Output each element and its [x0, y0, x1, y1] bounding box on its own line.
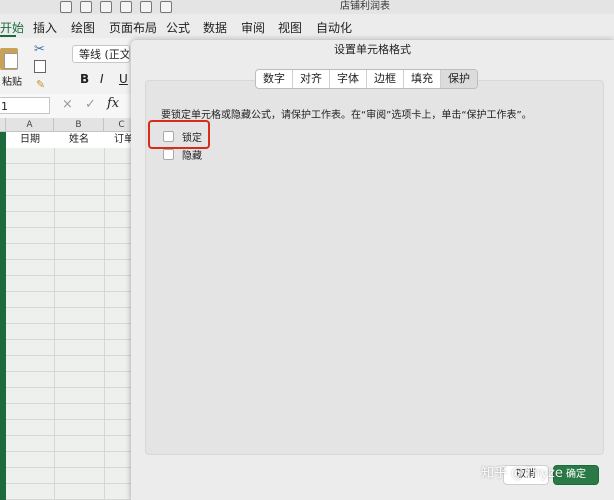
paste-icon[interactable] [0, 48, 18, 70]
format-painter-icon[interactable]: ✎ [36, 78, 45, 91]
font-name-select[interactable]: 等线 (正文) [72, 45, 130, 63]
ribbon-tab-formulas[interactable]: 公式 [166, 19, 190, 36]
ribbon-tab-automate[interactable]: 自动化 [316, 19, 352, 36]
tab-fill[interactable]: 填充 [404, 70, 441, 88]
ok-button[interactable]: 确定 [553, 465, 599, 485]
ribbon-tab-draw[interactable]: 绘图 [71, 19, 95, 36]
copy-icon[interactable] [34, 60, 46, 73]
ribbon-tab-home[interactable]: 开始 [0, 19, 24, 36]
tab-border[interactable]: 边框 [367, 70, 404, 88]
redo-icon[interactable] [160, 1, 172, 13]
ribbon-tab-insert[interactable]: 插入 [33, 19, 57, 36]
grid-line [104, 148, 105, 500]
grid-cells[interactable] [6, 148, 140, 500]
undo-icon[interactable] [140, 1, 152, 13]
protection-panel [145, 80, 604, 455]
italic-button[interactable]: I [100, 72, 104, 86]
tab-alignment[interactable]: 对齐 [293, 70, 330, 88]
ribbon-tab-review[interactable]: 审阅 [241, 19, 265, 36]
cancel-icon[interactable]: × [62, 97, 73, 112]
annotation-highlight-box [148, 120, 210, 149]
new-file-icon[interactable] [60, 1, 72, 13]
underline-button[interactable]: U [119, 72, 128, 86]
format-cells-dialog: 设置单元格格式 数字 对齐 字体 边框 填充 保护 要锁定单元格或隐藏公式，请保… [131, 40, 614, 500]
tab-number[interactable]: 数字 [256, 70, 293, 88]
cancel-button[interactable]: 取消 [503, 465, 549, 485]
grid-line [54, 148, 55, 500]
window-titlebar: 店铺利润表 [0, 0, 614, 14]
dialog-title: 设置单元格格式 [334, 43, 411, 56]
ribbon-tab-view[interactable]: 视图 [278, 19, 302, 36]
document-title: 店铺利润表 [340, 1, 390, 12]
print-icon[interactable] [120, 1, 132, 13]
cell-header-name[interactable]: 姓名 [54, 133, 104, 147]
scissors-icon[interactable]: ✂ [34, 42, 45, 57]
tab-font[interactable]: 字体 [330, 70, 367, 88]
hidden-label[interactable]: 隐藏 [182, 147, 202, 162]
hidden-option[interactable]: 隐藏 [163, 147, 202, 162]
hidden-checkbox[interactable] [163, 149, 174, 160]
ribbon-tab-page-layout[interactable]: 页面布局 [109, 19, 157, 36]
open-file-icon[interactable] [80, 1, 92, 13]
name-box[interactable]: 1 [0, 97, 50, 114]
column-header-b[interactable]: B [54, 118, 104, 132]
ribbon-tab-bar: 开始 插入 绘图 页面布局 公式 数据 审阅 视图 自动化 [0, 14, 614, 38]
enter-check-icon[interactable]: ✓ [85, 97, 96, 112]
active-tab-indicator [0, 35, 16, 37]
protection-instruction: 要锁定单元格或隐藏公式，请保护工作表。在“审阅”选项卡上，单击“保护工作表”。 [161, 110, 532, 121]
spreadsheet-grid: A B C 日期 姓名 订单 [0, 118, 140, 500]
ribbon-tab-data[interactable]: 数据 [203, 19, 227, 36]
cell-header-date[interactable]: 日期 [6, 133, 54, 147]
tab-protection[interactable]: 保护 [441, 70, 477, 88]
bold-button[interactable]: B [80, 72, 89, 86]
save-icon[interactable] [100, 1, 112, 13]
paste-label[interactable]: 粘贴 [2, 73, 22, 88]
dialog-tab-bar: 数字 对齐 字体 边框 填充 保护 [255, 69, 478, 89]
insert-function-icon[interactable]: fx [107, 96, 119, 111]
column-header-a[interactable]: A [6, 118, 54, 132]
